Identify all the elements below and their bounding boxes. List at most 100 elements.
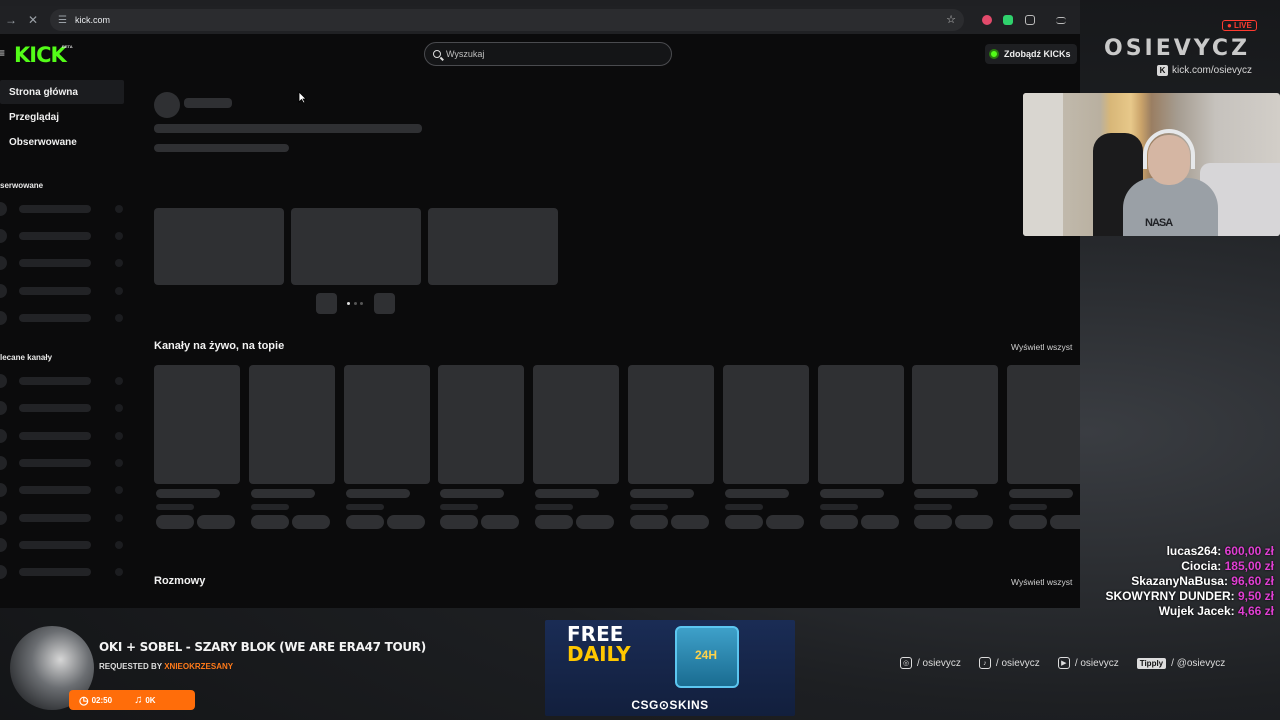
bookmark-star-icon[interactable]: ☆: [946, 13, 956, 26]
donation-row: Ciocia: 185,00 zł: [1181, 559, 1274, 573]
live-badge: ● LIVE: [1222, 20, 1257, 31]
kick-handle-text: kick.com/osievycz: [1172, 65, 1253, 76]
get-kicks-button[interactable]: Zdobądź KICKs: [985, 44, 1077, 64]
skeleton-row: [0, 477, 124, 504]
live-channel-card[interactable]: [438, 365, 525, 535]
live-channel-card[interactable]: [628, 365, 714, 535]
sidebar-item-browse[interactable]: Przeglądaj: [0, 105, 124, 129]
requested-by: REQUESTED BY XNIEOKRZESANY: [99, 662, 234, 671]
live-channel-card[interactable]: [343, 365, 430, 535]
sponsor-banner: FREE DAILY 24H CSG⊙SKINS: [545, 620, 795, 716]
music-note-icon: ♫: [134, 694, 143, 706]
skeleton-row: [0, 559, 124, 586]
bottom-overlay: OKI + SOBEL - SZARY BLOK (WE ARE ERA47 T…: [0, 608, 1280, 720]
kick-header: ≡ KICK BETA Wyszukaj Zdobądź KICKs: [0, 34, 1080, 74]
now-playing-title: OKI + SOBEL - SZARY BLOK (WE ARE ERA47 T…: [99, 640, 426, 654]
kick-logo[interactable]: KICK: [14, 43, 67, 67]
skeleton-row: [0, 395, 124, 422]
ad-daily-text: DAILY: [567, 642, 631, 666]
extension-icon[interactable]: [982, 15, 992, 25]
chats-section-title: Rozmowy: [154, 575, 206, 587]
ad-free-text: FREE: [567, 622, 624, 646]
sidebar-item-home[interactable]: Strona główna: [0, 80, 124, 104]
forward-icon[interactable]: →: [0, 9, 22, 31]
kick-handle: K kick.com/osievycz: [1157, 65, 1252, 76]
sidebar-item-following[interactable]: Obserwowane: [0, 130, 124, 154]
chats-see-all-link[interactable]: Wyświetl wszyst: [1011, 577, 1072, 587]
kick-icon: K: [1157, 65, 1168, 76]
youtube-icon: ▶: [1057, 657, 1070, 669]
requester-name: XNIEOKRZESANY: [164, 662, 234, 671]
carousel-dot[interactable]: [360, 302, 363, 305]
donation-row: lucas264: 600,00 zł: [1166, 544, 1274, 558]
sidebar-item-label: Obserwowane: [9, 136, 77, 148]
search-placeholder: Wyszukaj: [446, 49, 485, 59]
live-channel-card[interactable]: [248, 365, 335, 535]
social-youtube: ▶ / osievycz: [1057, 657, 1119, 669]
stop-loading-icon[interactable]: ✕: [22, 9, 44, 31]
extension-icon[interactable]: [1003, 15, 1013, 25]
url-field[interactable]: ☰ kick.com ☆: [50, 9, 964, 31]
live-channel-card[interactable]: [817, 365, 904, 535]
tipply-icon: Tipply: [1136, 657, 1167, 669]
song-count: 0K: [145, 695, 156, 705]
skeleton-row: [0, 531, 124, 558]
get-kicks-label: Zdobądź KICKs: [1004, 49, 1071, 59]
live-see-all-link[interactable]: Wyświetl wszyst: [1011, 342, 1072, 352]
song-time: 02:50: [91, 695, 113, 705]
skeleton-row: [0, 504, 124, 531]
skeleton-row: [0, 250, 124, 277]
live-section-title: Kanały na żywo, na topie: [154, 340, 285, 352]
sidebar: Strona główna Przeglądaj Obserwowane ser…: [0, 74, 124, 608]
hamburger-icon[interactable]: ≡: [0, 46, 5, 60]
live-channel-card[interactable]: [722, 365, 809, 535]
streamer-name: OSIEVYCZ: [1104, 36, 1251, 61]
carousel-card[interactable]: [428, 208, 558, 285]
puzzle-extensions-icon[interactable]: [1025, 15, 1035, 25]
skeleton-row: [0, 195, 124, 222]
carousel-card[interactable]: [291, 208, 421, 285]
live-channel-card[interactable]: [154, 365, 240, 535]
social-tipply: Tipply / @osievycz: [1136, 657, 1225, 669]
recommended-skeleton-list: [0, 367, 124, 585]
menu-icon[interactable]: [1056, 17, 1066, 24]
sidebar-item-label: Przeglądaj: [9, 111, 60, 123]
clock-icon: ◷: [79, 694, 89, 707]
skeleton-row: [0, 304, 124, 331]
address-bar: → ✕ ☰ kick.com ☆: [0, 6, 1080, 34]
live-channel-card[interactable]: [533, 365, 620, 535]
browser-window: → ✕ ☰ kick.com ☆ ≡ KICK BETA Wyszukaj Zd…: [0, 0, 1080, 608]
skeleton-row: [0, 222, 124, 249]
beta-badge: BETA: [62, 44, 73, 49]
sidebar-item-label: Strona główna: [9, 86, 78, 98]
search-input[interactable]: Wyszukaj: [424, 42, 672, 66]
shirt-print: NASA: [1145, 217, 1173, 229]
live-channel-card[interactable]: [912, 365, 999, 535]
carousel-dot[interactable]: [347, 302, 350, 305]
social-links: ◎ / osievycz ♪ / osievycz ▶ / osievycz T…: [900, 657, 1243, 669]
social-tiktok: ♪ / osievycz: [978, 657, 1040, 669]
recommended-section-title: lecane kanały: [0, 353, 53, 363]
skeleton-avatar: [154, 92, 180, 118]
webcam-feed: NASA: [1023, 93, 1280, 236]
url-text: kick.com: [74, 15, 110, 25]
sponsor-brand: CSG⊙SKINS: [631, 698, 709, 712]
search-icon: [433, 50, 441, 58]
carousel-dot[interactable]: [354, 302, 357, 305]
crate-label: 24H: [695, 648, 718, 662]
skeleton-row: [0, 422, 124, 449]
skeleton-row: [0, 449, 124, 476]
site-info-icon[interactable]: ☰: [58, 15, 67, 26]
followed-section-title: serwowane: [0, 181, 44, 190]
carousel-prev-button[interactable]: [316, 293, 337, 314]
donation-row: SkazanyNaBusa: 96,60 zł: [1131, 574, 1274, 588]
live-channel-card[interactable]: [1007, 365, 1080, 535]
now-playing-stats: ◷ 02:50 ♫ 0K: [69, 690, 195, 710]
skeleton-text: [184, 98, 232, 108]
stream-frame: → ✕ ☰ kick.com ☆ ≡ KICK BETA Wyszukaj Zd…: [0, 0, 1280, 720]
skeleton-text: [154, 124, 422, 133]
skeleton-text: [154, 144, 289, 152]
carousel-next-button[interactable]: [374, 293, 395, 314]
main-content: Kanały na żywo, na topie Wyświetl wszyst…: [124, 74, 1080, 608]
carousel-card[interactable]: [154, 208, 284, 285]
